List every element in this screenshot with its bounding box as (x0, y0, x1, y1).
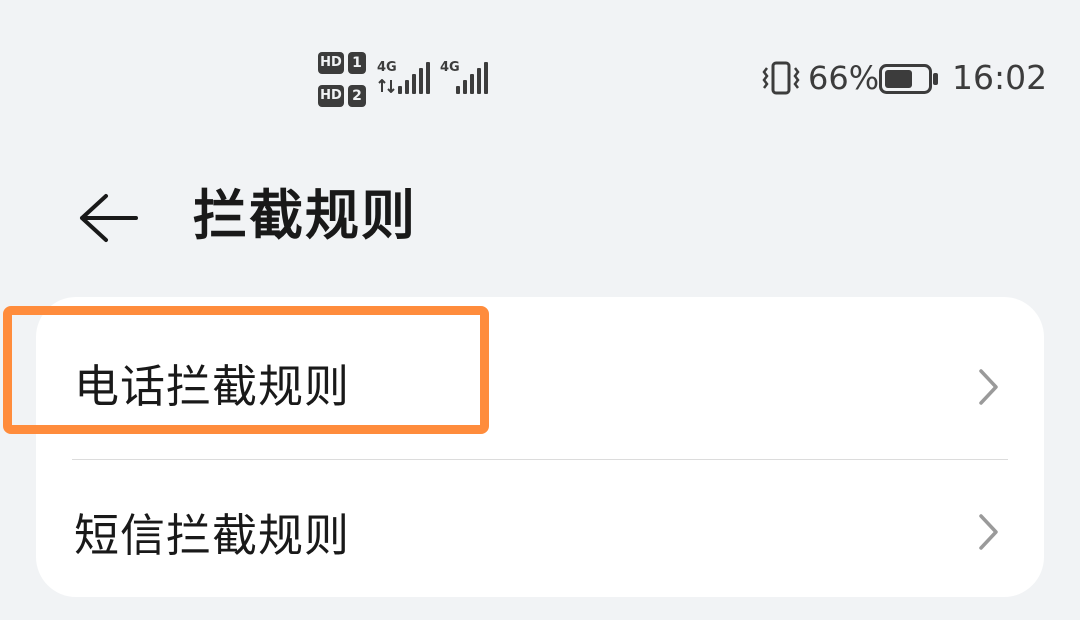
back-arrow-icon[interactable] (76, 188, 140, 248)
battery-percentage: 66% (808, 59, 880, 97)
hd-badge: HD (318, 85, 344, 107)
chevron-right-icon (979, 369, 998, 405)
list-item-sms-rules[interactable]: 短信拦截规则 (36, 460, 1044, 620)
sim1-signal-icon (398, 62, 430, 94)
data-activity-icon (378, 79, 395, 93)
sim1-network-type: 4G (377, 60, 397, 75)
sim2-signal-icon (456, 62, 488, 94)
list-item-label: 电话拦截规则 (74, 360, 351, 413)
clock: 16:02 (952, 58, 1048, 97)
sim1-hd-indicator: HD 1 (318, 52, 368, 74)
rules-card: 电话拦截规则 短信拦截规则 (36, 297, 1044, 597)
vibrate-icon (762, 61, 800, 95)
list-item-label: 短信拦截规则 (74, 509, 351, 562)
sim-slot-badge: 1 (348, 52, 366, 74)
chevron-right-icon (979, 514, 998, 550)
hd-badge: HD (318, 52, 344, 74)
sim-slot-badge: 2 (348, 85, 366, 107)
status-bar: HD 1 HD 2 4G 4G 66% 16:02 (0, 0, 1080, 160)
list-item-call-rules[interactable]: 电话拦截规则 (36, 297, 1044, 457)
battery-icon (879, 64, 938, 94)
sim2-hd-indicator: HD 2 (318, 85, 368, 107)
page-title: 拦截规则 (193, 184, 417, 247)
header: 拦截规则 (0, 160, 1080, 280)
